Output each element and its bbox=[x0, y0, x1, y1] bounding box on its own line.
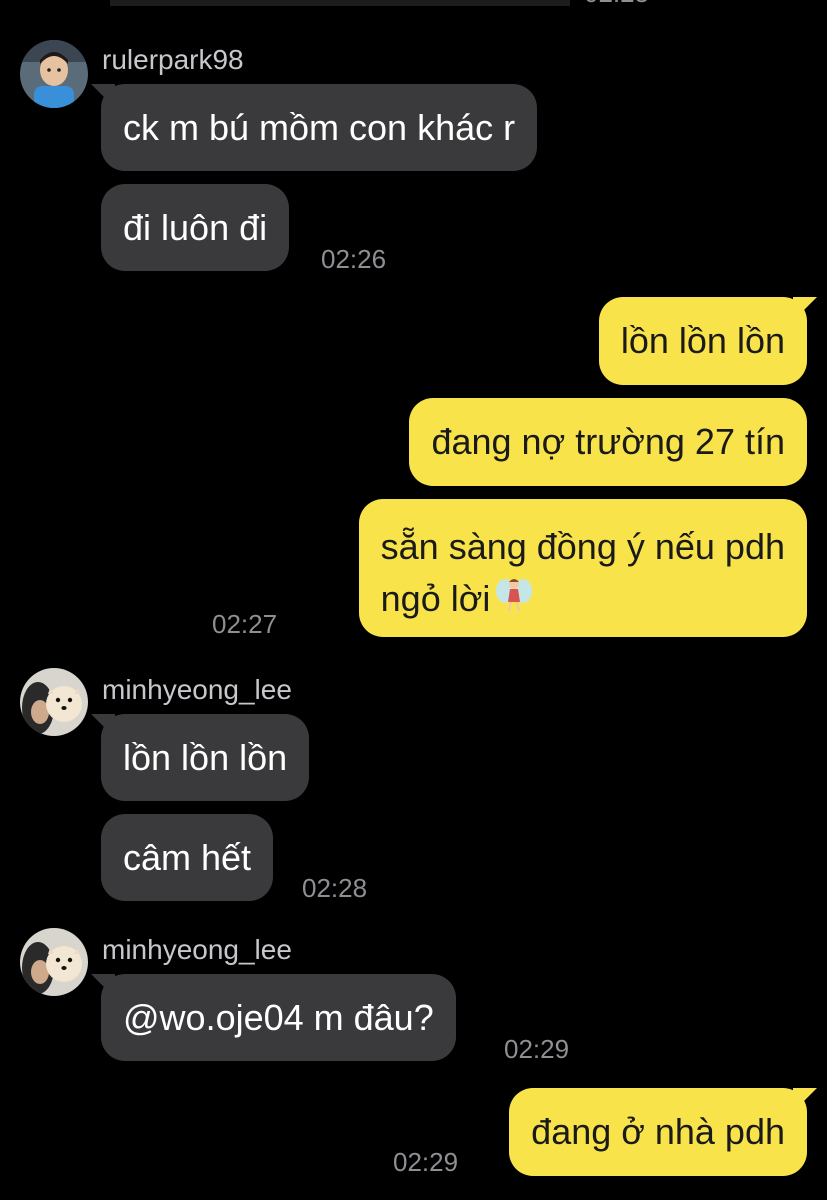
previous-message-bubble-partial bbox=[110, 0, 570, 6]
outgoing-message-bubble[interactable]: sẵn sàng đồng ý nếu pdh ngỏ lời bbox=[358, 499, 807, 637]
dog-avatar-icon[interactable] bbox=[20, 928, 88, 996]
message-timestamp: 02:27 bbox=[212, 609, 278, 639]
incoming-message-bubble[interactable]: câm hết bbox=[101, 814, 274, 901]
incoming-message-bubble[interactable]: @wo.oje04 m đâu? bbox=[101, 974, 456, 1061]
sender-name[interactable]: rulerpark98 bbox=[102, 44, 244, 76]
message-line: sẵn sàng đồng ý nếu pdh bbox=[380, 526, 785, 567]
outgoing-message-bubble[interactable]: lồn lồn lồn bbox=[598, 297, 807, 385]
outgoing-message-bubble[interactable]: đang nợ trường 27 tín bbox=[409, 398, 807, 486]
sender-name[interactable]: minhyeong_lee bbox=[102, 934, 292, 966]
previous-message-time: 02:25 bbox=[584, 0, 649, 8]
message-line-with-emoji: ngỏ lời bbox=[381, 573, 785, 628]
message-line-text: ngỏ lời bbox=[380, 578, 491, 619]
incoming-message-bubble[interactable]: đi luôn đi bbox=[101, 184, 290, 271]
message-timestamp: 02:28 bbox=[302, 873, 368, 903]
dog-avatar-icon[interactable] bbox=[20, 668, 88, 736]
outgoing-message-bubble[interactable]: đang ở nhà pdh bbox=[509, 1088, 807, 1176]
message-timestamp: 02:29 bbox=[504, 1034, 570, 1064]
message-timestamp: 02:26 bbox=[321, 244, 387, 274]
fairy-emoji-icon bbox=[494, 574, 534, 628]
message-timestamp: 02:29 bbox=[393, 1147, 459, 1177]
sender-name[interactable]: minhyeong_lee bbox=[102, 674, 292, 706]
incoming-message-bubble[interactable]: lồn lồn lồn bbox=[101, 714, 310, 801]
boy-avatar-icon[interactable] bbox=[20, 40, 88, 108]
incoming-message-bubble[interactable]: ck m bú mồm con khác r bbox=[101, 84, 538, 171]
